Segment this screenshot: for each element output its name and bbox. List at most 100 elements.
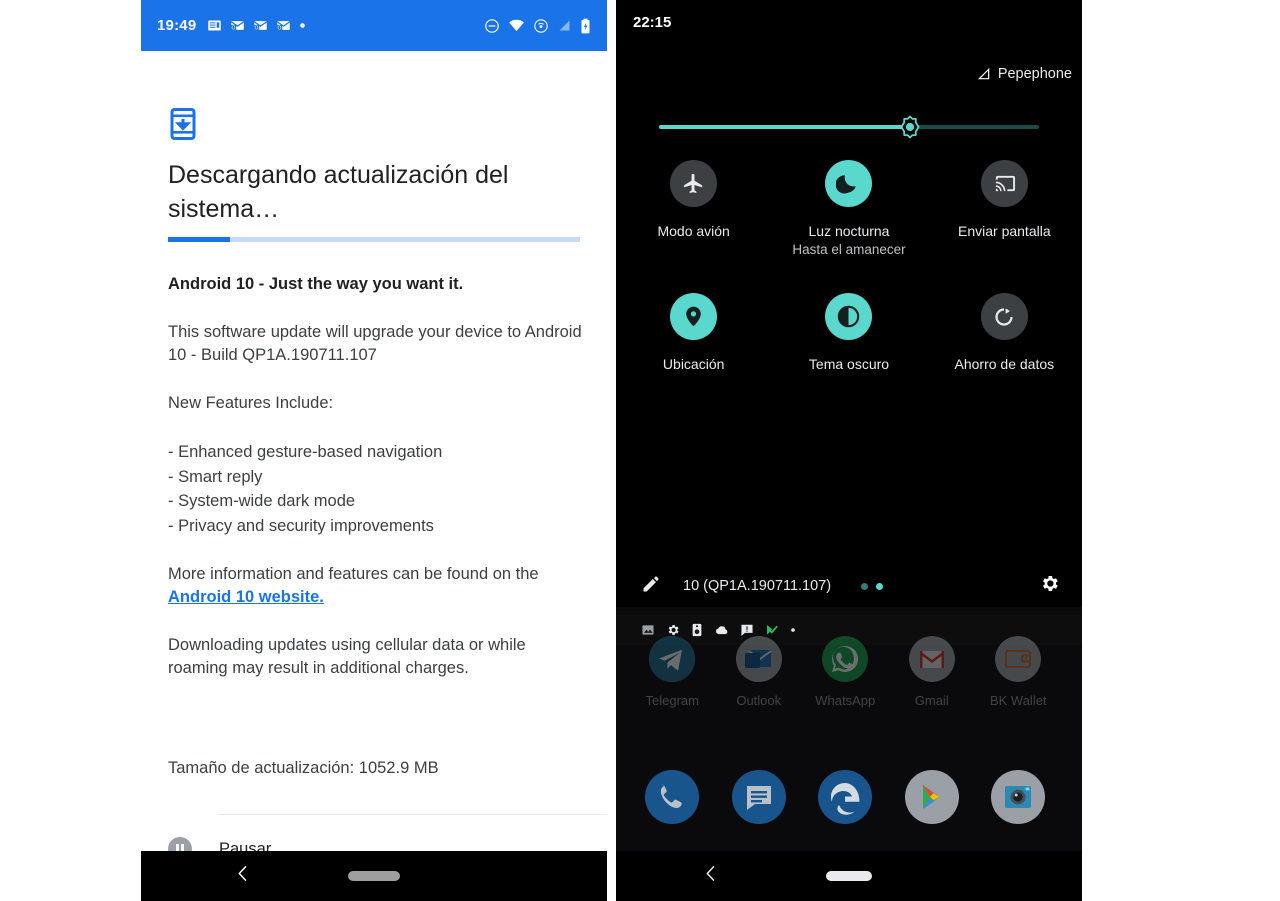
left-phone-screen: 19:49 O O O Descargando actualización de…	[141, 0, 607, 901]
edge-browser-icon	[818, 770, 873, 824]
home-screen-app-row: Telegram Outlook WhatsApp Gmail BK Walle…	[616, 636, 1082, 708]
svg-text:O: O	[255, 26, 259, 32]
gear-icon[interactable]	[1039, 573, 1060, 599]
download-progress-bar	[168, 237, 580, 242]
status-bar-system-icons	[484, 17, 591, 34]
cell-signal-icon	[977, 67, 991, 81]
quick-settings-row-1: Modo avión Luz nocturna Hasta el amanece…	[616, 160, 1082, 257]
wifi-icon	[508, 17, 525, 34]
speaker-icon	[691, 623, 703, 637]
quick-settings-tiles: Modo avión Luz nocturna Hasta el amanece…	[616, 160, 1082, 373]
app-gmail[interactable]: Gmail	[889, 636, 976, 708]
app-telegram[interactable]: Telegram	[629, 636, 716, 708]
page-indicator-dots	[861, 582, 884, 590]
tile-label: Ahorro de datos	[954, 356, 1055, 372]
outlook-mail-icon: O	[253, 18, 268, 33]
build-version-label: 10 (QP1A.190711.107)	[683, 578, 832, 594]
tile-ahorro-de-datos[interactable]: Ahorro de datos	[927, 293, 1082, 373]
update-size-label: Tamaño de actualización: 1052.9 MB	[168, 759, 439, 777]
tile-tema-oscuro[interactable]: Tema oscuro	[771, 293, 926, 373]
page-dot[interactable]	[861, 582, 869, 590]
update-paragraph-3: More information and features can be fou…	[168, 563, 588, 609]
battery-charging-icon	[580, 18, 591, 34]
left-status-bar: 19:49 O O O	[141, 0, 607, 51]
tile-sublabel: Hasta el amanecer	[792, 242, 906, 257]
tile-label: Enviar pantalla	[958, 223, 1051, 239]
status-bar-clock: 22:15	[633, 14, 672, 31]
dock-phone[interactable]	[629, 770, 716, 824]
download-progress-fill	[168, 237, 230, 242]
home-pill[interactable]	[826, 871, 872, 881]
messages-icon	[731, 770, 786, 824]
tile-label: Luz nocturna	[808, 223, 890, 239]
tile-luz-nocturna[interactable]: Luz nocturna Hasta el amanecer	[771, 160, 926, 257]
location-pin-icon	[670, 293, 718, 340]
dock-edge[interactable]	[802, 770, 889, 824]
settings-gear-icon	[666, 623, 680, 637]
update-paragraph-2: New Features Include:	[168, 394, 334, 412]
screenshot-root: 19:49 O O O Descargando actualización de…	[0, 0, 1280, 901]
tile-label: Ubicación	[662, 356, 725, 372]
update-description: Android 10 - Just the way you want it. T…	[168, 273, 588, 705]
home-screen-dock	[616, 770, 1082, 824]
update-headline: Android 10 - Just the way you want it.	[168, 275, 464, 293]
feature-item: - System-wide dark mode	[168, 492, 356, 510]
carrier-label: Pepephone	[977, 66, 1072, 82]
cell-signal-icon	[557, 18, 572, 33]
svg-text:O: O	[278, 26, 282, 32]
airplane-icon	[670, 160, 718, 207]
more-dot-icon	[299, 22, 306, 29]
brightness-fill	[659, 125, 910, 129]
gmail-icon	[908, 636, 955, 682]
play-protect-icon	[765, 623, 779, 637]
more-dot-icon	[790, 627, 796, 633]
telegram-icon	[649, 636, 696, 682]
contrast-half-circle-icon	[825, 293, 873, 340]
app-label: BK Wallet	[989, 693, 1047, 708]
quick-settings-footer: 10 (QP1A.190711.107)	[616, 565, 1082, 607]
dock-play-store[interactable]	[889, 770, 976, 824]
carrier-name: Pepephone	[997, 66, 1072, 82]
update-paragraph-4: Downloading updates using cellular data …	[168, 636, 526, 677]
dock-messages[interactable]	[716, 770, 803, 824]
app-outlook[interactable]: Outlook	[716, 636, 803, 708]
app-whatsapp[interactable]: WhatsApp	[802, 636, 889, 708]
outlook-icon	[735, 636, 782, 682]
divider	[218, 814, 607, 815]
app-bk-wallet[interactable]: BK Wallet	[975, 636, 1062, 708]
camera-icon	[991, 770, 1046, 824]
app-label: Telegram	[645, 693, 699, 708]
play-store-icon	[904, 770, 959, 824]
feature-item: - Enhanced gesture-based navigation	[168, 443, 443, 461]
quick-settings-row-2: Ubicación Tema oscuro Ahorro de datos	[616, 293, 1082, 373]
message-alert-icon	[740, 623, 754, 637]
image-icon	[641, 623, 655, 637]
left-navigation-bar	[141, 851, 607, 901]
app-label: Outlook	[736, 693, 782, 708]
news-icon	[207, 18, 222, 33]
tile-enviar-pantalla[interactable]: Enviar pantalla	[927, 160, 1082, 257]
back-icon[interactable]	[701, 864, 721, 889]
page-dot-active[interactable]	[876, 582, 884, 590]
tile-ubicacion[interactable]: Ubicación	[616, 293, 771, 373]
pencil-edit-icon[interactable]	[641, 574, 661, 599]
dock-camera[interactable]	[975, 770, 1062, 824]
cast-icon	[980, 160, 1028, 207]
home-pill[interactable]	[348, 871, 400, 881]
moon-icon	[825, 160, 873, 207]
do-not-disturb-icon	[484, 18, 500, 34]
back-icon[interactable]	[233, 864, 253, 889]
right-phone-screen: 22:15 Pepephone Modo avión Luz nocturna …	[616, 0, 1082, 901]
hotspot-icon	[533, 18, 549, 34]
right-navigation-bar	[616, 851, 1082, 901]
tile-modo-avion[interactable]: Modo avión	[616, 160, 771, 257]
tile-label: Tema oscuro	[808, 356, 890, 372]
brightness-sun-icon[interactable]	[898, 115, 922, 139]
whatsapp-icon	[822, 636, 869, 682]
outlook-mail-icon: O	[230, 18, 245, 33]
feature-item: - Smart reply	[168, 467, 263, 486]
android-10-website-link[interactable]: Android 10 website.	[168, 588, 324, 606]
app-label: Gmail	[914, 693, 949, 708]
brightness-slider[interactable]	[659, 115, 1039, 139]
system-update-download-icon	[168, 108, 198, 140]
